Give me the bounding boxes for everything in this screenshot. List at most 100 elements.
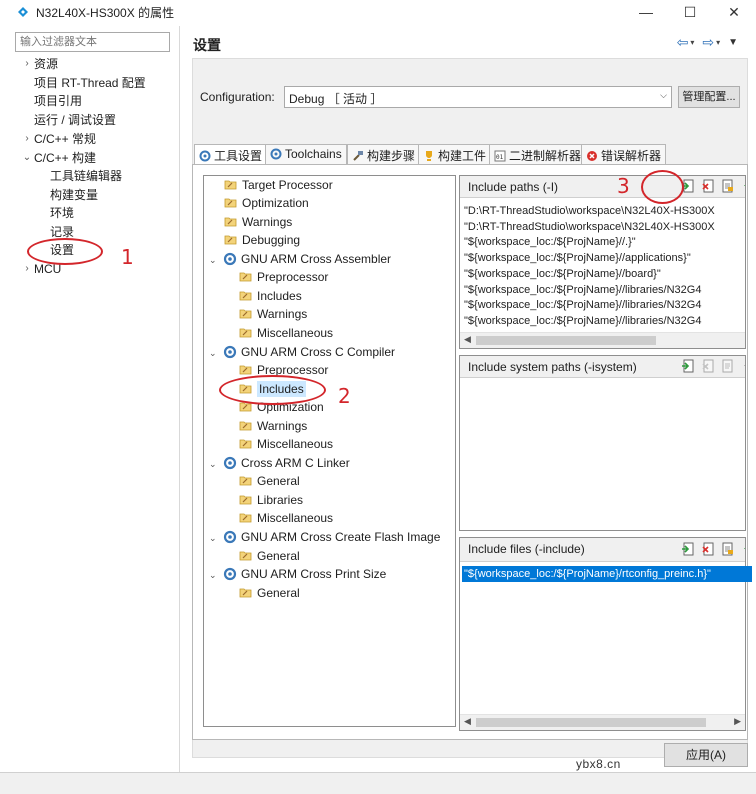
tree-node[interactable]: Warnings [239,417,307,435]
include-path-item[interactable]: "${workspace_loc:/${ProjName}//.}" [464,234,636,250]
settings-folder-icon [239,307,253,319]
view-menu-icon[interactable]: ▼ [728,37,738,48]
settings-folder-icon [239,437,253,449]
back-dropdown-icon[interactable]: ▾ [690,38,694,47]
tree-node-label: Debugging [242,233,301,247]
tree-node[interactable]: Miscellaneous [239,435,333,453]
include-file-item[interactable]: "${workspace_loc:/${ProjName}/rtconfig_p… [462,566,752,582]
tree-node[interactable]: Warnings [239,305,307,323]
sidebar-item[interactable]: 项目引用 [34,92,82,110]
settings-folder-icon [239,326,253,338]
back-arrow-icon[interactable]: ⇦ [677,34,689,51]
edit-icon[interactable] [721,359,735,373]
tab-toolchains[interactable]: Toolchains [265,144,347,164]
chevron-right-icon[interactable]: › [22,55,32,73]
settings-folder-icon [224,215,238,227]
minimize-button[interactable]: — [624,0,668,24]
include-paths-scrollbar[interactable]: ◀ [460,332,745,348]
move-up-icon[interactable] [741,542,745,556]
tree-node-label: Miscellaneous [257,511,334,525]
tree-node-label: GNU ARM Cross Assembler [241,252,392,266]
history-nav: ⇦ ▾ ⇨ ▾ ▼ [677,34,744,51]
chevron-down-icon[interactable]: ⌄ [209,566,221,584]
include-files-scrollbar[interactable]: ◀ ▶ [460,714,745,730]
chevron-right-icon[interactable]: › [22,260,32,278]
close-button[interactable]: ✕ [712,0,756,24]
move-up-icon[interactable] [741,359,745,373]
chevron-down-icon[interactable]: ⌄ [209,455,221,473]
gear-icon [199,150,211,162]
delete-icon[interactable] [701,542,715,556]
tab-build-artifact[interactable]: 构建工件 [418,144,492,164]
tab-build-steps[interactable]: 构建步骤 [347,144,421,164]
move-up-icon[interactable] [741,179,745,193]
tree-node[interactable]: General [239,584,300,602]
tree-node[interactable]: Miscellaneous [239,509,333,527]
sidebar-item[interactable]: C/C++ 常规 [34,130,96,148]
tree-node[interactable]: Warnings [224,213,292,231]
chevron-down-icon[interactable]: ⌄ [209,344,221,362]
chevron-right-icon[interactable]: › [22,130,32,148]
tree-node[interactable]: ⌄ GNU ARM Cross Print Size [209,565,386,583]
delete-icon[interactable] [701,179,715,193]
tree-node-label: Includes [257,289,302,303]
maximize-button[interactable]: ☐ [668,0,712,24]
tree-node[interactable]: Optimization [224,194,309,212]
tree-node[interactable]: General [239,472,300,490]
sidebar-item[interactable]: 项目 RT-Thread 配置 [34,74,146,92]
sidebar-item[interactable]: 环境 [50,204,74,222]
tree-node[interactable]: Target Processor [224,176,333,194]
include-path-item[interactable]: "${workspace_loc:/${ProjName}//libraries… [464,297,701,313]
tree-node[interactable]: ⌄ GNU ARM Cross C Compiler [209,343,395,361]
tree-node[interactable]: Preprocessor [239,268,328,286]
manage-configurations-button[interactable]: 管理配置... [678,86,740,108]
tree-node[interactable]: ⌄ GNU ARM Cross Assembler [209,250,391,268]
include-path-item[interactable]: "${workspace_loc:/${ProjName}//board}" [464,266,661,282]
tab-binary-parsers[interactable]: 01 二进制解析器 [489,144,587,164]
include-path-item[interactable]: "${workspace_loc:/${ProjName}//libraries… [464,313,701,329]
filter-input[interactable] [15,32,170,52]
settings-folder-icon [239,586,253,598]
edit-icon[interactable] [721,179,735,193]
edit-icon[interactable] [721,542,735,556]
include-system-paths-title: Include system paths (-isystem) [468,360,637,374]
sidebar-item[interactable]: 资源 [34,55,58,73]
tree-node[interactable]: ⌄ Cross ARM C Linker [209,454,350,472]
tree-node[interactable]: Includes [239,287,302,305]
tool-gear-icon [223,567,237,581]
forward-dropdown-icon[interactable]: ▾ [716,38,720,47]
chevron-down-icon[interactable]: ⌄ [209,251,221,269]
add-icon[interactable] [681,542,695,556]
sidebar-item[interactable]: 运行 / 调试设置 [34,111,116,129]
include-path-item[interactable]: "D:\RT-ThreadStudio\workspace\N32L40X-HS… [464,203,715,219]
tree-node-label: Warnings [257,419,308,433]
tree-node[interactable]: General [239,547,300,565]
chevron-down-icon[interactable]: ⌄ [22,149,32,167]
tree-node[interactable]: ⌄ GNU ARM Cross Create Flash Image [209,528,440,546]
tree-node-label: Miscellaneous [257,437,334,451]
sidebar-item[interactable]: 工具链编辑器 [50,167,122,185]
annotation-circle-2 [219,375,326,405]
tree-node-label: GNU ARM Cross Create Flash Image [241,530,441,544]
tab-error-parsers[interactable]: 错误解析器 [581,144,667,164]
forward-arrow-icon[interactable]: ⇨ [702,34,714,51]
sidebar-item[interactable]: 构建变量 [50,186,98,204]
tab-tool-settings[interactable]: 工具设置 [194,144,268,165]
include-path-item[interactable]: "D:\RT-ThreadStudio\workspace\N32L40X-HS… [464,219,715,235]
include-path-item[interactable]: "${workspace_loc:/${ProjName}//libraries… [464,282,701,298]
include-files-section: Include files (-include) "${workspace_lo… [459,537,752,731]
apply-button[interactable]: 应用(A) [664,743,748,767]
sidebar-item[interactable]: C/C++ 构建 [34,149,96,167]
include-path-item[interactable]: "${workspace_loc:/${ProjName}//applicati… [464,250,691,266]
add-icon[interactable] [681,359,695,373]
tree-node[interactable]: Libraries [239,491,303,509]
delete-icon[interactable] [701,359,715,373]
configuration-value: Debug ［ 活动 ］ [289,92,383,106]
tree-node[interactable]: Miscellaneous [239,324,333,342]
tool-gear-icon [223,530,237,544]
chevron-down-icon[interactable]: ⌄ [209,529,221,547]
tree-node-label: Preprocessor [257,270,329,284]
chevron-down-icon: ⌵ [660,90,667,100]
tree-node[interactable]: Debugging [224,231,300,249]
configuration-select[interactable]: Debug ［ 活动 ］ ⌵ [284,86,672,108]
